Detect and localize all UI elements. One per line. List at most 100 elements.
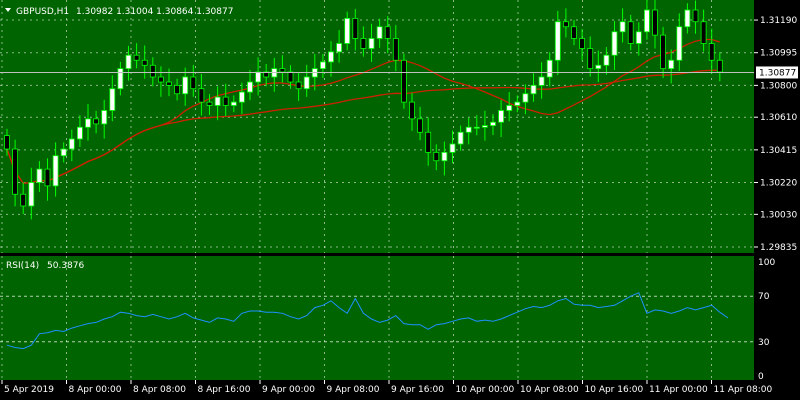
candle-body [635, 31, 642, 44]
rsi-tick-label: 70 [758, 292, 770, 302]
candle-body [182, 76, 189, 95]
price-tick-label: 1.30220 [760, 179, 797, 189]
candle-body [190, 76, 197, 90]
candle-body [279, 68, 286, 73]
candle-body [481, 125, 488, 128]
time-tick-label: 11 Apr 08:00 [714, 385, 773, 395]
rsi-chart-area[interactable] [0, 256, 754, 380]
rsi-tick-label: 0 [758, 372, 764, 382]
candle-body [684, 9, 691, 28]
candle-body [28, 182, 35, 207]
candle-body [498, 110, 505, 123]
current-price-tag-text: 1.30877 [759, 68, 796, 78]
candle-body [157, 76, 164, 83]
candle-body [287, 71, 294, 83]
price-tick-label: 1.30610 [760, 113, 797, 123]
candle-body [587, 48, 594, 70]
candle-body [473, 126, 480, 129]
candle-body [336, 43, 343, 53]
time-tick-label: 10 Apr 00:00 [456, 385, 515, 395]
candle-body [579, 38, 585, 49]
candle-body [368, 38, 375, 49]
candle-body [52, 155, 59, 187]
price-axis: 1.31190 1.30995 1.30800 1.30610 1.30415 1.302… [754, 16, 797, 253]
time-tick-label: 8 Apr 16:00 [198, 385, 251, 395]
candle-body [676, 26, 683, 61]
time-tick-label: 9 Apr 08:00 [327, 385, 380, 395]
rsi-label: RSI(14) [6, 261, 39, 271]
candle-body [538, 76, 545, 86]
time-tick-label: 8 Apr 00:00 [69, 385, 122, 395]
candle-body [166, 81, 172, 86]
candle-body [12, 148, 19, 195]
candle-body [433, 151, 440, 162]
candle-body [700, 21, 707, 44]
candle-body [206, 101, 213, 106]
price-tick-label: 1.30030 [760, 210, 797, 220]
candle-body [36, 168, 43, 183]
candle-body [44, 168, 51, 187]
candle-body [644, 9, 650, 33]
candle-body [4, 135, 10, 150]
candle-body [125, 54, 132, 70]
candle-body [328, 51, 334, 63]
candle-body [303, 76, 310, 90]
candle-body [425, 131, 432, 153]
candle-body [198, 88, 205, 103]
candle-body [595, 64, 602, 70]
candle-body [295, 81, 302, 90]
candle-body [319, 61, 326, 70]
candle-body [77, 126, 83, 140]
candle-body [384, 26, 391, 39]
ohlc-values: 1.30982 1.31004 1.30864 1.30877 [76, 7, 233, 17]
candle-body [214, 96, 221, 106]
rsi-tick-label: 100 [758, 258, 775, 268]
candle-body [68, 138, 75, 150]
candle-body [400, 59, 407, 103]
price-tick-label: 1.30415 [760, 146, 797, 156]
price-tick-label: 1.29835 [760, 243, 797, 253]
time-tick-label: 9 Apr 00:00 [262, 385, 315, 395]
candle-body [360, 38, 367, 49]
candle-body [392, 38, 399, 61]
candle-body [101, 110, 108, 125]
time-tick-label: 10 Apr 16:00 [585, 385, 644, 395]
candle-body [563, 21, 569, 28]
time-tick-label: 5 Apr 2019 [4, 385, 54, 395]
symbol-label: GBPUSD,H1 [16, 7, 69, 17]
candle-body [530, 84, 537, 95]
candle-body [247, 81, 253, 93]
candle-body [546, 59, 553, 78]
candle-body [230, 101, 237, 106]
candle-body [222, 96, 229, 106]
candle-body [344, 17, 351, 44]
time-axis: 5 Apr 2019 8 Apr 00:00 8 Apr 08:00 8 Apr 16… [1, 380, 773, 395]
rsi-axis: 100 70 30 0 [758, 258, 775, 382]
price-tick-label: 1.30800 [760, 81, 797, 91]
candle-body [417, 118, 424, 133]
candle-body [716, 59, 723, 73]
candle-body [60, 148, 67, 157]
candle-body [376, 26, 383, 39]
time-tick-label: 11 Apr 00:00 [649, 385, 708, 395]
candle-body [352, 17, 359, 39]
time-tick-label: 9 Apr 16:00 [391, 385, 444, 395]
price-chart[interactable]: 1.31190 1.30995 1.30800 1.30610 1.30415 1.302… [0, 0, 800, 400]
candle-body [522, 93, 529, 103]
price-tick-label: 1.31190 [760, 16, 797, 26]
candle-body [449, 143, 456, 153]
candle-body [619, 21, 626, 33]
candle-body [708, 43, 715, 61]
time-tick-label: 10 Apr 08:00 [520, 385, 579, 395]
candle-body [660, 34, 666, 70]
candle-body [174, 84, 181, 95]
candle-body [611, 31, 618, 56]
candle-body [465, 126, 472, 133]
candle-body [20, 193, 27, 207]
rsi-tick-label: 30 [758, 338, 770, 348]
candle-body [141, 59, 148, 66]
candle-body [409, 101, 415, 120]
candle-body [109, 88, 116, 111]
time-tick-label: 8 Apr 08:00 [133, 385, 186, 395]
candle-body [506, 105, 513, 111]
